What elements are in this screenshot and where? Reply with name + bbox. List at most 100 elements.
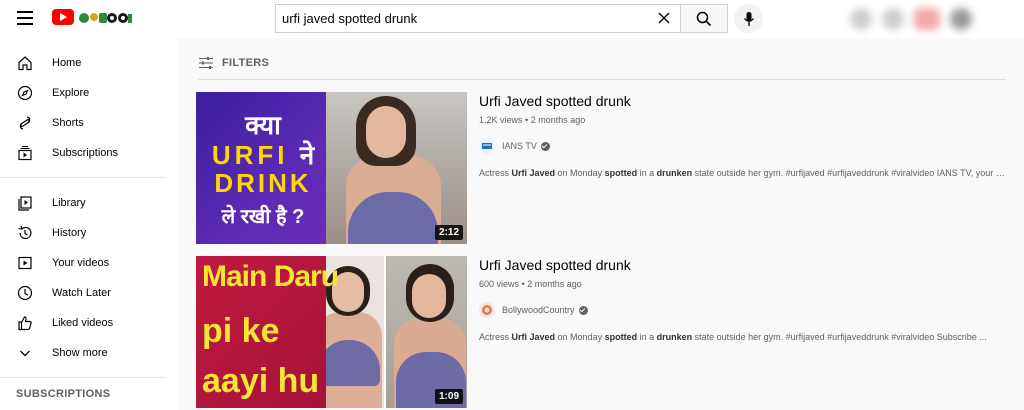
search-input[interactable] <box>282 11 642 26</box>
description-text: drunken <box>656 332 693 342</box>
thumbnail-text: URFI ने <box>211 140 315 170</box>
sidebar-item-subscriptions[interactable]: Subscriptions <box>0 138 178 168</box>
description-text: drunken <box>656 168 693 178</box>
sidebar-item-label: Show more <box>52 347 108 359</box>
search-icon <box>696 11 712 26</box>
video-description: Actress Urfi Javed on Monday spotted in … <box>479 332 1009 342</box>
description-text: Urfi Javed <box>511 332 556 342</box>
divider <box>0 177 166 178</box>
video-description: Actress Urfi Javed on Monday spotted in … <box>479 168 1009 178</box>
shorts-icon <box>16 114 34 132</box>
sidebar-item-label: Your videos <box>52 257 110 269</box>
description-text: Actress <box>479 168 512 178</box>
home-icon <box>16 54 34 72</box>
description-text: state outside her gym. #urfijaved #urfij… <box>692 332 987 342</box>
description-text: in a <box>637 332 657 342</box>
video-thumbnail[interactable]: Main Daru pi ke aayi hu 1:09 <box>196 256 467 408</box>
channel-name: IANS TV <box>502 141 537 151</box>
sidebar-item-label: Library <box>52 197 86 209</box>
video-thumbnail[interactable]: क्या URFI ने DRINK ले रखी है ? 2:12 <box>196 92 467 244</box>
channel-link[interactable]: BollywoodCountry <box>479 302 1009 318</box>
sidebar-item-watch-later[interactable]: Watch Later <box>0 278 178 308</box>
search-box <box>275 4 681 33</box>
description-text: spotted <box>604 168 638 178</box>
channel-avatar <box>479 138 495 154</box>
video-title[interactable]: Urfi Javed spotted drunk <box>479 257 1009 273</box>
youtube-play-icon <box>52 9 74 25</box>
thumbnail-text: aayi hu <box>202 362 320 400</box>
description-text: in a <box>637 168 657 178</box>
sidebar-item-label: Liked videos <box>52 317 114 329</box>
thumbnail-text: ले रखी है ? <box>221 206 305 228</box>
history-icon <box>16 224 34 242</box>
channel-link[interactable]: IANS TV <box>479 138 1009 154</box>
clock-icon <box>16 284 34 302</box>
chevron-down-icon <box>16 344 34 362</box>
your-videos-icon <box>16 254 34 272</box>
video-meta: 600 views • 2 months ago <box>479 279 582 289</box>
description-text: state outside her gym. #urfijaved #urfij… <box>692 168 1009 178</box>
subscriptions-icon <box>16 144 34 162</box>
thumbnail-person <box>366 106 406 158</box>
sidebar-item-label: Explore <box>52 87 90 99</box>
description-text: Actress <box>479 332 512 342</box>
sidebar-item-history[interactable]: History <box>0 218 178 248</box>
verified-check-icon <box>540 141 550 151</box>
clear-search-icon[interactable] <box>657 11 671 25</box>
library-icon <box>16 194 34 212</box>
doodle-logo <box>79 13 132 23</box>
create-icon[interactable] <box>850 8 872 30</box>
video-info: Urfi Javed spotted drunk 600 views • 2 m… <box>479 256 1009 342</box>
description-text: Urfi Javed <box>511 168 556 178</box>
sidebar-item-label: History <box>52 227 87 239</box>
filters-label: FILTERS <box>222 57 270 69</box>
compass-icon <box>16 84 34 102</box>
search-button[interactable] <box>680 4 728 33</box>
divider <box>198 79 1006 80</box>
subscriptions-heading: SUBSCRIPTIONS <box>16 388 111 400</box>
video-meta: 1.2K views • 2 months ago <box>479 115 586 125</box>
video-result: Main Daru pi ke aayi hu 1:09 Urfi Javed … <box>196 256 1006 408</box>
microphone-icon <box>743 11 754 26</box>
sidebar-item-label: Watch Later <box>52 287 111 299</box>
voice-search-button[interactable] <box>734 4 763 33</box>
top-bar <box>0 0 1024 38</box>
filter-sliders-icon <box>199 57 213 69</box>
thumbnail-text: Main Daru <box>202 260 339 293</box>
channel-name: BollywoodCountry <box>502 305 575 315</box>
thumbnail-text: pi ke <box>202 312 280 350</box>
thumbnail-person <box>412 274 446 318</box>
sidebar-item-show-more[interactable]: Show more <box>0 338 178 368</box>
thumbnail-text: DRINK <box>214 168 312 198</box>
divider <box>0 377 166 378</box>
description-text: on Monday <box>555 168 605 178</box>
duration-badge: 2:12 <box>434 225 463 240</box>
video-info: Urfi Javed spotted drunk 1.2K views • 2 … <box>479 92 1009 178</box>
duration-badge: 1:09 <box>434 389 463 404</box>
sidebar-item-your-videos[interactable]: Your videos <box>0 248 178 278</box>
avatar[interactable] <box>950 8 972 30</box>
video-result: क्या URFI ने DRINK ले रखी है ? 2:12 Urfi… <box>196 92 1009 244</box>
youtube-logo[interactable] <box>52 9 133 25</box>
verified-check-icon <box>578 305 588 315</box>
description-text: on Monday <box>555 332 605 342</box>
description-text: spotted <box>604 332 638 342</box>
sidebar-item-label: Shorts <box>52 117 84 129</box>
video-title[interactable]: Urfi Javed spotted drunk <box>479 93 1009 109</box>
apps-icon[interactable] <box>882 8 904 30</box>
sidebar: Home Explore Shorts Subscriptions Librar… <box>0 38 178 410</box>
account-area-blurred <box>850 6 1010 32</box>
sidebar-item-liked-videos[interactable]: Liked videos <box>0 308 178 338</box>
channel-avatar <box>479 302 495 318</box>
sidebar-item-home[interactable]: Home <box>0 48 178 78</box>
sidebar-item-library[interactable]: Library <box>0 188 178 218</box>
sidebar-item-label: Subscriptions <box>52 147 119 159</box>
filters-button[interactable]: FILTERS <box>198 56 269 70</box>
sidebar-item-shorts[interactable]: Shorts <box>0 108 178 138</box>
sidebar-item-explore[interactable]: Explore <box>0 78 178 108</box>
thumbs-up-icon <box>16 314 34 332</box>
menu-icon[interactable] <box>17 11 33 25</box>
notifications-icon[interactable] <box>914 8 940 30</box>
sidebar-item-label: Home <box>52 57 82 69</box>
search-results: FILTERS क्या URFI ने DRINK ले रखी है ? 2… <box>178 38 1024 410</box>
